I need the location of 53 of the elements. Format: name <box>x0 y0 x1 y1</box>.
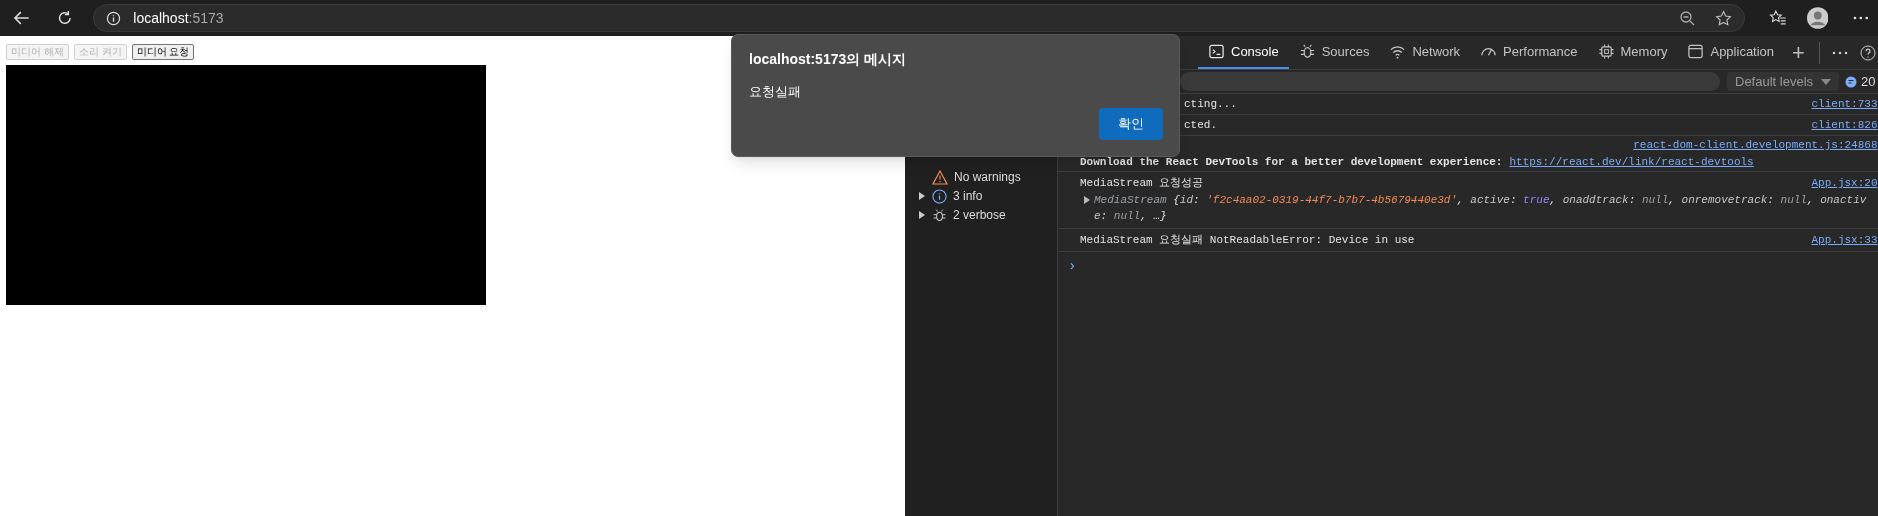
console-message: cted. <box>1184 117 1217 133</box>
expand-arrow-icon[interactable] <box>918 192 926 200</box>
console-link[interactable]: https://react.dev/link/react-devtools <box>1509 153 1754 170</box>
console-prompt[interactable]: › <box>1058 252 1878 277</box>
source-link[interactable]: client:733 <box>1811 95 1878 113</box>
dialog-title: localhost:5173의 메시지 <box>749 50 908 69</box>
source-link[interactable]: App.jsx:33 <box>1811 231 1878 248</box>
devtools-tab[interactable]: Performance <box>1470 36 1588 69</box>
wifi-icon <box>1389 43 1407 60</box>
devtools-tab[interactable]: Memory <box>1587 36 1678 69</box>
bug-icon <box>1298 43 1316 60</box>
object-preview[interactable]: MediaStream {id: 'f2c4aa02-0319-44f7-b7b7-4b5679440e3d', active: true, onaddtrack: null, onremovetrack: null, onactiv <box>1094 191 1867 208</box>
add-tab-icon[interactable]: + <box>1792 41 1805 64</box>
caret-icon <box>1821 78 1832 85</box>
sidebar-item[interactable]: No warnings <box>905 168 1057 186</box>
window-icon <box>1687 43 1705 60</box>
dialog-message: 요청실패 <box>749 83 802 101</box>
levels-dropdown[interactable]: Default levels <box>1727 72 1840 91</box>
info-icon <box>932 188 947 204</box>
source-link[interactable]: client:826 <box>1811 116 1878 134</box>
filter-field[interactable] <box>1180 72 1720 91</box>
info-icon[interactable] <box>106 10 122 26</box>
help-icon[interactable] <box>1859 44 1876 61</box>
console-message: MediaStream 요청성공 <box>1080 176 1204 191</box>
star-icon[interactable] <box>1715 9 1733 27</box>
console-message: MediaStream 요청실패 NotReadableError: Device in use <box>1080 232 1415 248</box>
zoom-out-icon[interactable] <box>1679 10 1696 26</box>
devtools-tab[interactable]: Sources <box>1288 36 1380 69</box>
issues-count[interactable]: 20 <box>1861 71 1876 92</box>
sidebar-item[interactable]: 3 info <box>905 187 1057 205</box>
warning-icon <box>932 169 948 185</box>
console-message: Download the React DevTools for a better development experience: <box>1080 154 1503 170</box>
devtools-tab[interactable]: Application <box>1677 36 1785 69</box>
object-preview[interactable]: e: null, …} <box>1094 208 1167 225</box>
console-icon <box>1208 43 1225 60</box>
confirm-button[interactable]: 확인 <box>1099 108 1163 140</box>
sidebar-item[interactable]: 2 verbose <box>905 206 1057 224</box>
devtools-tab[interactable]: Console <box>1198 36 1289 69</box>
url-text: localhost:5173 <box>133 8 224 28</box>
more-icon[interactable] <box>1852 15 1870 21</box>
bug-icon <box>932 207 947 223</box>
console-message: cting... <box>1184 96 1237 112</box>
favorites-icon[interactable] <box>1769 9 1787 27</box>
page-button[interactable]: 미디어 요청 <box>131 44 195 60</box>
address-bar[interactable]: localhost:5173 <box>93 4 1746 32</box>
expand-arrow-icon[interactable] <box>918 211 926 219</box>
more-icon[interactable] <box>1831 49 1848 56</box>
issues-icon[interactable] <box>1845 75 1858 88</box>
devtools-tab[interactable]: Network <box>1379 36 1471 69</box>
source-link[interactable]: react-dom-client.development.js:24868 <box>1633 137 1878 154</box>
chip-icon <box>1597 43 1615 60</box>
source-link[interactable]: App.jsx:20 <box>1811 175 1878 192</box>
profile-avatar-icon[interactable] <box>1806 7 1829 29</box>
